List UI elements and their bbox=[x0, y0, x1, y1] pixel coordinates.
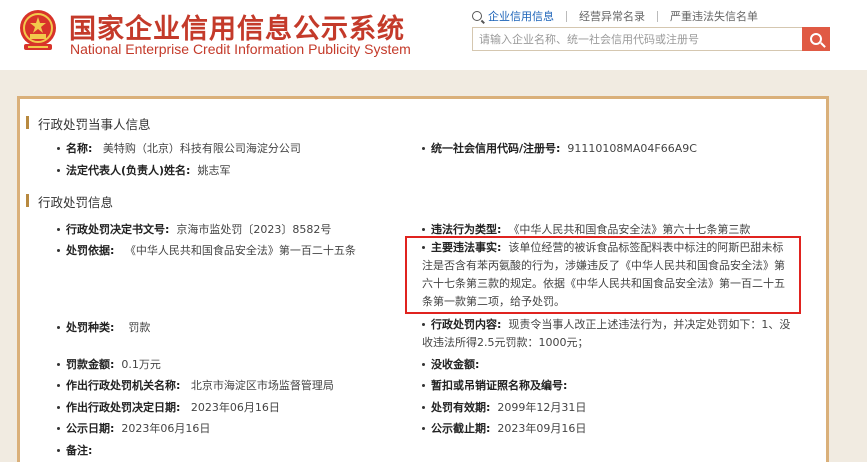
nav-divider bbox=[566, 10, 567, 22]
field-remark: 备注: bbox=[57, 442, 92, 458]
bullet bbox=[422, 405, 425, 409]
field-label: 行政处罚内容: bbox=[431, 318, 502, 331]
field-decision-no: 行政处罚决定书文号: 京海市监处罚〔2023〕8582号 bbox=[57, 221, 331, 237]
search-bar bbox=[472, 27, 830, 51]
top-nav: 企业信用信息 经营异常名录 严重违法失信名单 bbox=[472, 8, 758, 24]
field-label: 主要违法事实: bbox=[431, 241, 502, 254]
field-label: 备注: bbox=[66, 444, 93, 457]
field-label: 统一社会信用代码/注册号: bbox=[431, 142, 561, 155]
national-emblem-icon bbox=[20, 10, 56, 50]
field-value: 91110108MA04F66A9C bbox=[567, 142, 697, 155]
bullet bbox=[57, 325, 60, 329]
nav-serious-violation-link[interactable]: 严重违法失信名单 bbox=[670, 8, 758, 24]
field-value: 美特购（北京）科技有限公司海淀分公司 bbox=[102, 142, 301, 155]
field-label: 公示截止期: bbox=[431, 422, 491, 435]
search-icon bbox=[472, 11, 482, 21]
site-header: 国家企业信用信息公示系统 National Enterprise Credit … bbox=[0, 0, 867, 70]
field-label: 暂扣或吊销证照名称及编号: bbox=[431, 379, 568, 392]
search-button[interactable] bbox=[802, 27, 830, 51]
field-label: 罚款金额: bbox=[66, 358, 115, 371]
bullet bbox=[422, 426, 425, 430]
field-confiscation: 没收金额: bbox=[422, 356, 486, 372]
nav-divider bbox=[657, 10, 658, 22]
field-violation-type: 违法行为类型: 《中华人民共和国食品安全法》第六十七条第三款 bbox=[422, 221, 750, 237]
bullet bbox=[57, 426, 60, 430]
nav-credit-info-link[interactable]: 企业信用信息 bbox=[488, 8, 554, 24]
nav-abnormal-list-link[interactable]: 经营异常名录 bbox=[579, 8, 645, 24]
field-main-facts: 主要违法事实: 该单位经营的被诉食品标签配料表中标注的阿斯巴甜未标注是否含有苯丙… bbox=[422, 239, 792, 311]
field-label: 法定代表人(负责人)姓名: bbox=[66, 164, 191, 177]
bullet bbox=[422, 383, 425, 387]
field-publish-date: 公示日期: 2023年06月16日 bbox=[57, 420, 210, 436]
field-authority: 作出行政处罚机关名称: 北京市海淀区市场监督管理局 bbox=[57, 377, 334, 393]
search-input[interactable] bbox=[473, 28, 803, 51]
bullet bbox=[57, 146, 60, 150]
field-value: 2023年09月16日 bbox=[497, 422, 587, 435]
bullet bbox=[57, 362, 60, 366]
field-label: 没收金额: bbox=[431, 358, 480, 371]
field-value: 《中华人民共和国食品安全法》第六十七条第三款 bbox=[508, 223, 751, 236]
field-label: 作出行政处罚决定日期: bbox=[66, 401, 181, 414]
field-penalty-content: 行政处罚内容: 现责令当事人改正上述违法行为，并决定处罚如下：1、没收违法所得2… bbox=[422, 316, 794, 352]
section-title-penalty: 行政处罚信息 bbox=[25, 192, 113, 211]
bullet bbox=[422, 146, 425, 150]
section-title-party: 行政处罚当事人信息 bbox=[26, 114, 151, 133]
field-license: 暂扣或吊销证照名称及编号: bbox=[422, 377, 574, 393]
field-label: 违法行为类型: bbox=[431, 223, 502, 236]
field-label: 作出行政处罚机关名称: bbox=[66, 379, 181, 392]
field-label: 名称: bbox=[66, 142, 93, 155]
bullet bbox=[422, 227, 425, 231]
field-publish-end: 公示截止期: 2023年09月16日 bbox=[422, 420, 586, 436]
field-label: 处罚依据: bbox=[66, 244, 115, 257]
field-label: 行政处罚决定书文号: bbox=[66, 223, 170, 236]
bullet bbox=[57, 227, 60, 231]
bullet bbox=[422, 362, 425, 366]
field-value: 0.1万元 bbox=[121, 358, 161, 371]
field-basis: 处罚依据: 《中华人民共和国食品安全法》第一百二十五条 bbox=[57, 242, 356, 258]
field-value: 北京市海淀区市场监督管理局 bbox=[190, 379, 334, 392]
bullet bbox=[57, 448, 60, 452]
bullet bbox=[57, 383, 60, 387]
field-legal-rep: 法定代表人(负责人)姓名: 姚志军 bbox=[57, 162, 230, 178]
field-value: 2099年12月31日 bbox=[497, 401, 587, 414]
field-value: 姚志军 bbox=[197, 164, 231, 177]
field-value: 2023年06月16日 bbox=[121, 422, 211, 435]
field-label: 处罚种类: bbox=[66, 321, 115, 334]
bullet bbox=[57, 405, 60, 409]
field-label: 公示日期: bbox=[66, 422, 115, 435]
field-value: 罚款 bbox=[128, 321, 151, 334]
site-title-en: National Enterprise Credit Information P… bbox=[70, 41, 411, 57]
field-value: 《中华人民共和国食品安全法》第一百二十五条 bbox=[124, 244, 356, 257]
field-credit-code: 统一社会信用代码/注册号: 91110108MA04F66A9C bbox=[422, 140, 697, 156]
field-value: 2023年06月16日 bbox=[190, 401, 280, 414]
search-icon bbox=[810, 33, 822, 45]
bullet bbox=[57, 168, 60, 172]
bullet bbox=[422, 322, 425, 326]
field-value: 京海市监处罚〔2023〕8582号 bbox=[176, 223, 332, 236]
field-validity: 处罚有效期: 2099年12月31日 bbox=[422, 399, 586, 415]
field-name: 名称: 美特购（北京）科技有限公司海淀分公司 bbox=[57, 140, 301, 156]
field-penalty-type: 处罚种类: 罚款 bbox=[57, 319, 150, 335]
field-label: 处罚有效期: bbox=[431, 401, 491, 414]
field-fine: 罚款金额: 0.1万元 bbox=[57, 356, 161, 372]
bullet bbox=[422, 245, 425, 249]
field-decision-date: 作出行政处罚决定日期: 2023年06月16日 bbox=[57, 399, 280, 415]
bullet bbox=[57, 248, 60, 252]
